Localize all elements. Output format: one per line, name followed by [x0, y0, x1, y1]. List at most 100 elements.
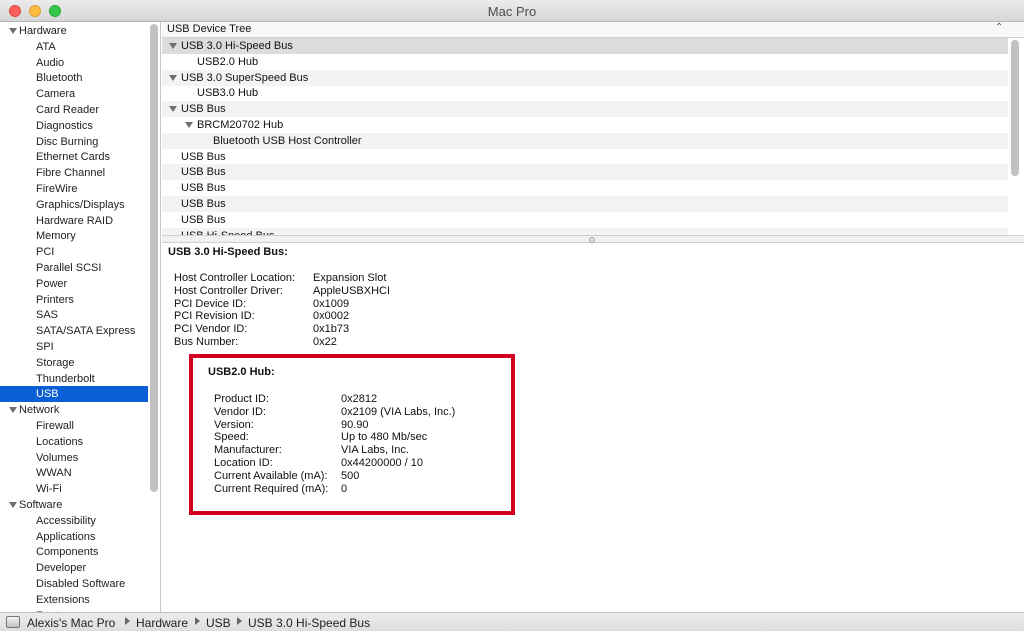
sidebar-item-storage[interactable]: Storage: [0, 355, 148, 371]
tree-row[interactable]: USB Bus: [162, 101, 1008, 118]
sidebar-item-memory[interactable]: Memory: [0, 228, 148, 244]
property-value: 0x1b73: [313, 323, 350, 336]
property-row: Location ID: 0x44200000 / 10: [214, 457, 534, 470]
sidebar-item-label: Memory: [36, 230, 76, 243]
sidebar-item-camera[interactable]: Camera: [0, 86, 148, 102]
disclosure-triangle-icon[interactable]: [9, 28, 17, 34]
tree-row[interactable]: BRCM20702 Hub: [162, 117, 1008, 133]
window-title: Mac Pro: [487, 4, 537, 19]
sidebar-item-label: Storage: [36, 356, 75, 369]
sidebar-item-wi-fi[interactable]: Wi-Fi: [0, 481, 148, 497]
sidebar-category-hardware[interactable]: Hardware: [0, 23, 148, 39]
sidebar-item-label: Accessibility: [36, 514, 96, 527]
sidebar-item-printers[interactable]: Printers: [0, 292, 148, 308]
sidebar-item-firewire[interactable]: FireWire: [0, 181, 148, 197]
sidebar-item-parallel-scsi[interactable]: Parallel SCSI: [0, 260, 148, 276]
sidebar-item-components[interactable]: Components: [0, 544, 148, 560]
property-value: 0x0002: [313, 310, 350, 323]
property-key: Manufacturer:: [214, 444, 282, 457]
disclosure-triangle-icon[interactable]: [185, 122, 193, 128]
sidebar-item-label: Card Reader: [36, 104, 99, 116]
disclosure-triangle-icon[interactable]: [169, 106, 177, 113]
sidebar-item-label: Developer: [36, 562, 87, 575]
sort-ascending-icon[interactable]: ⌃: [995, 22, 1003, 33]
sidebar-item-locations[interactable]: Locations: [0, 434, 148, 450]
disclosure-triangle-icon[interactable]: [169, 74, 177, 81]
sidebar-item-card-reader[interactable]: Card Reader: [0, 102, 148, 118]
disclosure-triangle-icon[interactable]: [169, 43, 177, 49]
sidebar-item-spi[interactable]: SPI: [0, 339, 148, 355]
hub-title: USB2.0 Hub:: [208, 366, 275, 378]
tree-row[interactable]: USB Bus: [162, 212, 1008, 228]
sidebar-item-disabled-software[interactable]: Disabled Software: [0, 576, 148, 592]
sidebar-item-bluetooth[interactable]: Bluetooth: [0, 70, 148, 86]
property-value: 500: [341, 469, 360, 482]
sidebar-item-sata-sata-express[interactable]: SATA/SATA Express: [0, 323, 148, 339]
split-view-divider[interactable]: [162, 235, 1024, 243]
property-key: PCI Vendor ID:: [174, 323, 248, 336]
tree-row[interactable]: USB Bus: [162, 196, 1008, 212]
sidebar-item-label: Parallel SCSI: [36, 262, 102, 274]
sidebar-item-audio[interactable]: Audio: [0, 55, 148, 71]
sidebar-item-developer[interactable]: Developer: [0, 560, 148, 576]
tree-row[interactable]: USB 3.0 Hi-Speed Bus: [162, 38, 1008, 54]
property-key: Host Controller Location:: [174, 272, 296, 284]
tree-row[interactable]: USB Bus: [162, 180, 1008, 196]
tree-header[interactable]: USB Device Tree ⌃: [162, 22, 1024, 38]
sidebar-item-firewall[interactable]: Firewall: [0, 418, 148, 434]
tree-row-label: USB2.0 Hub: [197, 55, 259, 68]
sidebar-category-software[interactable]: Software: [0, 497, 148, 513]
tree-row[interactable]: Bluetooth USB Host Controller: [162, 132, 1008, 149]
sidebar-item-label: Hardware: [19, 25, 67, 37]
sidebar-item-ethernet-cards[interactable]: Ethernet Cards: [0, 149, 148, 165]
sidebar-item-graphics-displays[interactable]: Graphics/Displays: [0, 197, 148, 213]
tree-row-label: USB Bus: [181, 166, 226, 179]
sidebar-item-hardware-raid[interactable]: Hardware RAID: [0, 213, 148, 229]
breadcrumb-item[interactable]: Alexis's Mac Pro: [27, 616, 115, 630]
tree-row[interactable]: USB2.0 Hub: [162, 54, 1008, 70]
sidebar-item-volumes[interactable]: Volumes: [0, 450, 148, 466]
sidebar-item-pci[interactable]: PCI: [0, 244, 148, 260]
tree-row-label: USB 3.0 Hi-Speed Bus: [181, 40, 293, 52]
sidebar-item-power[interactable]: Power: [0, 276, 148, 292]
sidebar-item-disc-burning[interactable]: Disc Burning: [0, 134, 148, 150]
breadcrumb-item[interactable]: USB: [206, 616, 231, 630]
tree-row[interactable]: USB Bus: [162, 164, 1008, 181]
tree-scrollbar[interactable]: [1011, 40, 1019, 176]
property-row: Host Controller Location: Expansion Slot: [174, 272, 494, 285]
sidebar-item-diagnostics[interactable]: Diagnostics: [0, 118, 148, 134]
property-value: 0x44200000 / 10: [341, 457, 423, 469]
sidebar-item-ata[interactable]: ATA: [0, 39, 148, 55]
detail-pane: USB 3.0 Hi-Speed Bus: Host Controller Lo…: [162, 243, 1024, 612]
property-row: Manufacturer: VIA Labs, Inc.: [214, 444, 534, 457]
sidebar-item-label: Wi-Fi: [36, 483, 62, 496]
sidebar-item-label: SPI: [36, 341, 54, 353]
sidebar-item-label: Extensions: [36, 593, 90, 606]
tree-row[interactable]: USB3.0 Hub: [162, 85, 1008, 101]
tree-row[interactable]: USB Hi-Speed Bus: [162, 227, 1008, 235]
sidebar-item-label: Bluetooth: [36, 72, 83, 85]
sidebar-category-network[interactable]: Network: [0, 402, 148, 418]
breadcrumb-item[interactable]: USB 3.0 Hi-Speed Bus: [248, 616, 370, 630]
sidebar-item-fibre-channel[interactable]: Fibre Channel: [0, 165, 148, 181]
property-value: 0x2109 (VIA Labs, Inc.): [341, 405, 456, 418]
sidebar-item-label: Fibre Channel: [36, 167, 106, 180]
sidebar-item-label: Thunderbolt: [36, 372, 95, 385]
sidebar-item-wwan[interactable]: WWAN: [0, 465, 148, 481]
sidebar-item-thunderbolt[interactable]: Thunderbolt: [0, 371, 148, 387]
sidebar-item-applications[interactable]: Applications: [0, 529, 148, 545]
breadcrumb-separator-icon: [125, 617, 130, 625]
disclosure-triangle-icon[interactable]: [9, 407, 17, 414]
sidebar-scrollbar[interactable]: [150, 24, 158, 492]
sidebar-item-accessibility[interactable]: Accessibility: [0, 513, 148, 529]
sidebar-item-sas[interactable]: SAS: [0, 307, 148, 323]
disclosure-triangle-icon[interactable]: [9, 502, 17, 508]
breadcrumb-item[interactable]: Hardware: [136, 616, 188, 630]
property-row: Current Available (mA): 500: [214, 470, 534, 483]
sidebar-item-usb[interactable]: USB: [0, 386, 148, 403]
sidebar-item-label: FireWire: [36, 183, 78, 195]
tree-row[interactable]: USB Bus: [162, 149, 1008, 165]
tree-row[interactable]: USB 3.0 SuperSpeed Bus: [162, 69, 1008, 86]
sidebar-item-extensions[interactable]: Extensions: [0, 592, 148, 608]
tree-row-label: USB Bus: [181, 198, 226, 210]
